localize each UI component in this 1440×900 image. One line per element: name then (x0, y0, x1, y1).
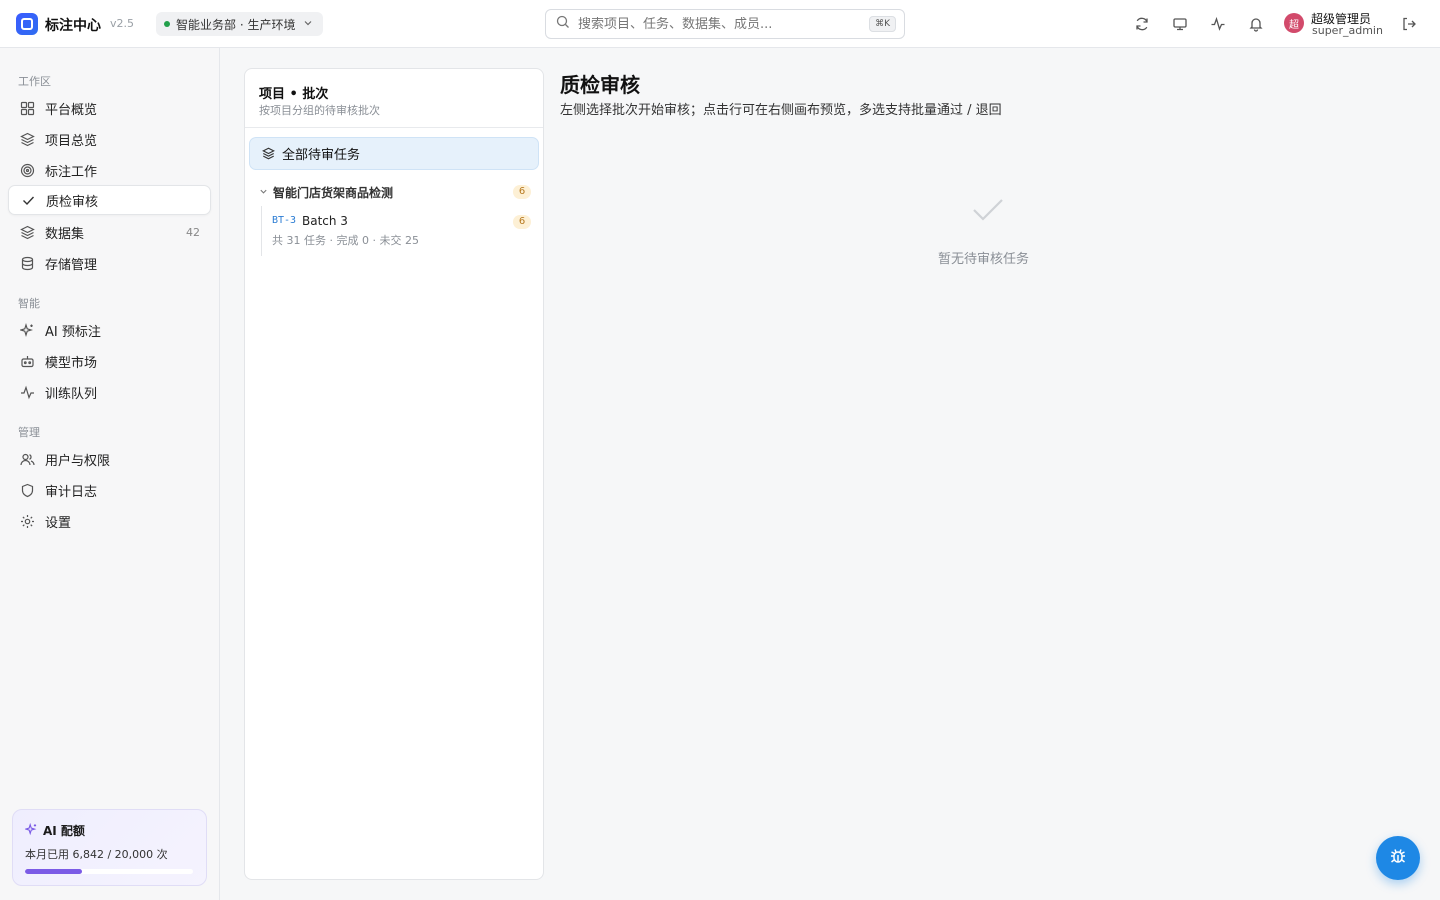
section-label-workspace: 工作区 (18, 75, 51, 88)
all-pending-tasks-item[interactable]: 全部待审任务 (249, 137, 539, 170)
sidebar-item-label: 训练队列 (45, 386, 98, 402)
layers-icon (19, 224, 35, 240)
sidebar-item-label: 平台概览 (45, 102, 98, 118)
sparkles-icon (23, 822, 38, 839)
environment-selector[interactable]: 智能业务部 · 生产环境 (156, 12, 324, 36)
chevron-down-icon (259, 187, 273, 198)
users-icon (19, 451, 35, 467)
batch-item[interactable]: BT-3 Batch 3 6 共 31 任务 · 完成 0 · 未交 25 (272, 214, 531, 254)
sidebar-item-projects[interactable]: 项目总览 (8, 124, 211, 154)
target-icon (19, 162, 35, 178)
ai-quota-progress-fill (25, 869, 83, 874)
batch-name: Batch 3 (302, 214, 348, 228)
ai-quota-card: AI 配额 本月已用 6,842 / 20,000 次 (12, 809, 207, 886)
page-description: 左侧选择批次开始审核；点击行可在右侧画布预览，多选支持批量通过 / 退回 (560, 103, 1002, 118)
shield-icon (19, 482, 35, 498)
batch-meta: 共 31 任务 · 完成 0 · 未交 25 (272, 234, 419, 247)
divider (245, 127, 543, 128)
gear-icon (19, 513, 35, 529)
sidebar-item-settings[interactable]: 设置 (8, 506, 211, 536)
batch-panel-title: 项目 • 批次 (259, 87, 329, 102)
activity-icon[interactable] (1208, 14, 1228, 34)
ai-quota-progress (25, 869, 193, 874)
app-version: v2.5 (110, 17, 135, 30)
sidebar-item-platform-overview[interactable]: 平台概览 (8, 93, 211, 123)
sidebar: 工作区 平台概览 项目总览 标注工作 质检审核 数据集 42 存储管理 智能 A… (0, 48, 220, 900)
tree-connector (261, 206, 262, 256)
sidebar-item-annotation-work[interactable]: 标注工作 (8, 155, 211, 185)
sidebar-item-datasets[interactable]: 数据集 42 (8, 217, 211, 247)
ai-quota-header: AI 配额 (23, 822, 194, 839)
project-group-toggle[interactable]: 智能门店货架商品检测 6 (259, 183, 531, 201)
check-icon (971, 196, 1005, 228)
batch-panel-subtitle: 按项目分组的待审核批次 (259, 104, 380, 117)
sidebar-item-label: 用户与权限 (45, 453, 111, 469)
sidebar-item-label: 数据集 (45, 226, 85, 242)
user-id: super_admin (1312, 24, 1383, 37)
avatar[interactable]: 超 (1284, 13, 1304, 33)
search-input[interactable] (578, 16, 870, 32)
sidebar-item-storage[interactable]: 存储管理 (8, 248, 211, 278)
sidebar-item-model-market[interactable]: 模型市场 (8, 346, 211, 376)
dataset-count: 42 (186, 225, 200, 239)
database-icon (19, 255, 35, 271)
sidebar-item-label: 模型市场 (45, 355, 98, 371)
global-search[interactable]: ⌘K (545, 9, 905, 39)
sidebar-item-label: 标注工作 (45, 164, 98, 180)
sidebar-item-ai-prelabel[interactable]: AI 预标注 (8, 315, 211, 345)
environment-label: 智能业务部 · 生产环境 (176, 17, 296, 32)
sparkles-icon (19, 322, 35, 338)
ai-quota-title: AI 配额 (43, 824, 85, 838)
app-title: 标注中心 (45, 18, 101, 34)
chevron-down-icon (303, 18, 313, 31)
empty-state-text: 暂无待审核任务 (938, 252, 1030, 267)
refresh-icon[interactable] (1132, 14, 1152, 34)
batch-pending-count-badge: 6 (513, 215, 531, 229)
layers-icon (19, 131, 35, 147)
batch-panel: 项目 • 批次 按项目分组的待审核批次 全部待审任务 智能门店货架商品检测 6 … (244, 68, 544, 880)
search-icon (556, 15, 570, 33)
sidebar-item-label: 设置 (45, 515, 72, 531)
debug-button[interactable] (1376, 836, 1420, 880)
top-bar: 标注中心 v2.5 智能业务部 · 生产环境 ⌘K 超 超级管理员 super_… (0, 0, 1440, 48)
activity-icon (19, 384, 35, 400)
batch-code: BT-3 (272, 215, 297, 226)
section-label-admin: 管理 (18, 426, 40, 439)
page-title: 质检审核 (560, 73, 640, 97)
sidebar-item-label: 存储管理 (45, 257, 98, 273)
sidebar-item-audit-log[interactable]: 审计日志 (8, 475, 211, 505)
section-label-ai: 智能 (18, 297, 40, 310)
grid-icon (19, 100, 35, 116)
sidebar-item-label: 审计日志 (45, 484, 98, 500)
sidebar-item-quality-review[interactable]: 质检审核 (8, 185, 211, 215)
project-pending-count-badge: 6 (513, 185, 531, 199)
logout-icon[interactable] (1399, 14, 1419, 34)
app-logo-icon[interactable] (16, 13, 38, 35)
ai-quota-usage: 本月已用 6,842 / 20,000 次 (25, 848, 168, 861)
layers-icon (262, 147, 275, 160)
sidebar-item-label: AI 预标注 (45, 324, 101, 340)
check-icon (20, 192, 36, 208)
sidebar-item-label: 项目总览 (45, 133, 98, 149)
project-name: 智能门店货架商品检测 (273, 185, 394, 200)
sidebar-item-label: 质检审核 (46, 194, 99, 210)
monitor-icon[interactable] (1170, 14, 1190, 34)
sidebar-item-users-permissions[interactable]: 用户与权限 (8, 444, 211, 474)
search-shortcut-hint: ⌘K (869, 16, 896, 32)
sidebar-item-training-queue[interactable]: 训练队列 (8, 377, 211, 407)
robot-icon (19, 353, 35, 369)
environment-status-dot (164, 21, 170, 27)
bug-icon (1388, 846, 1408, 870)
all-pending-tasks-label: 全部待审任务 (282, 148, 361, 163)
bell-icon[interactable] (1246, 14, 1266, 34)
